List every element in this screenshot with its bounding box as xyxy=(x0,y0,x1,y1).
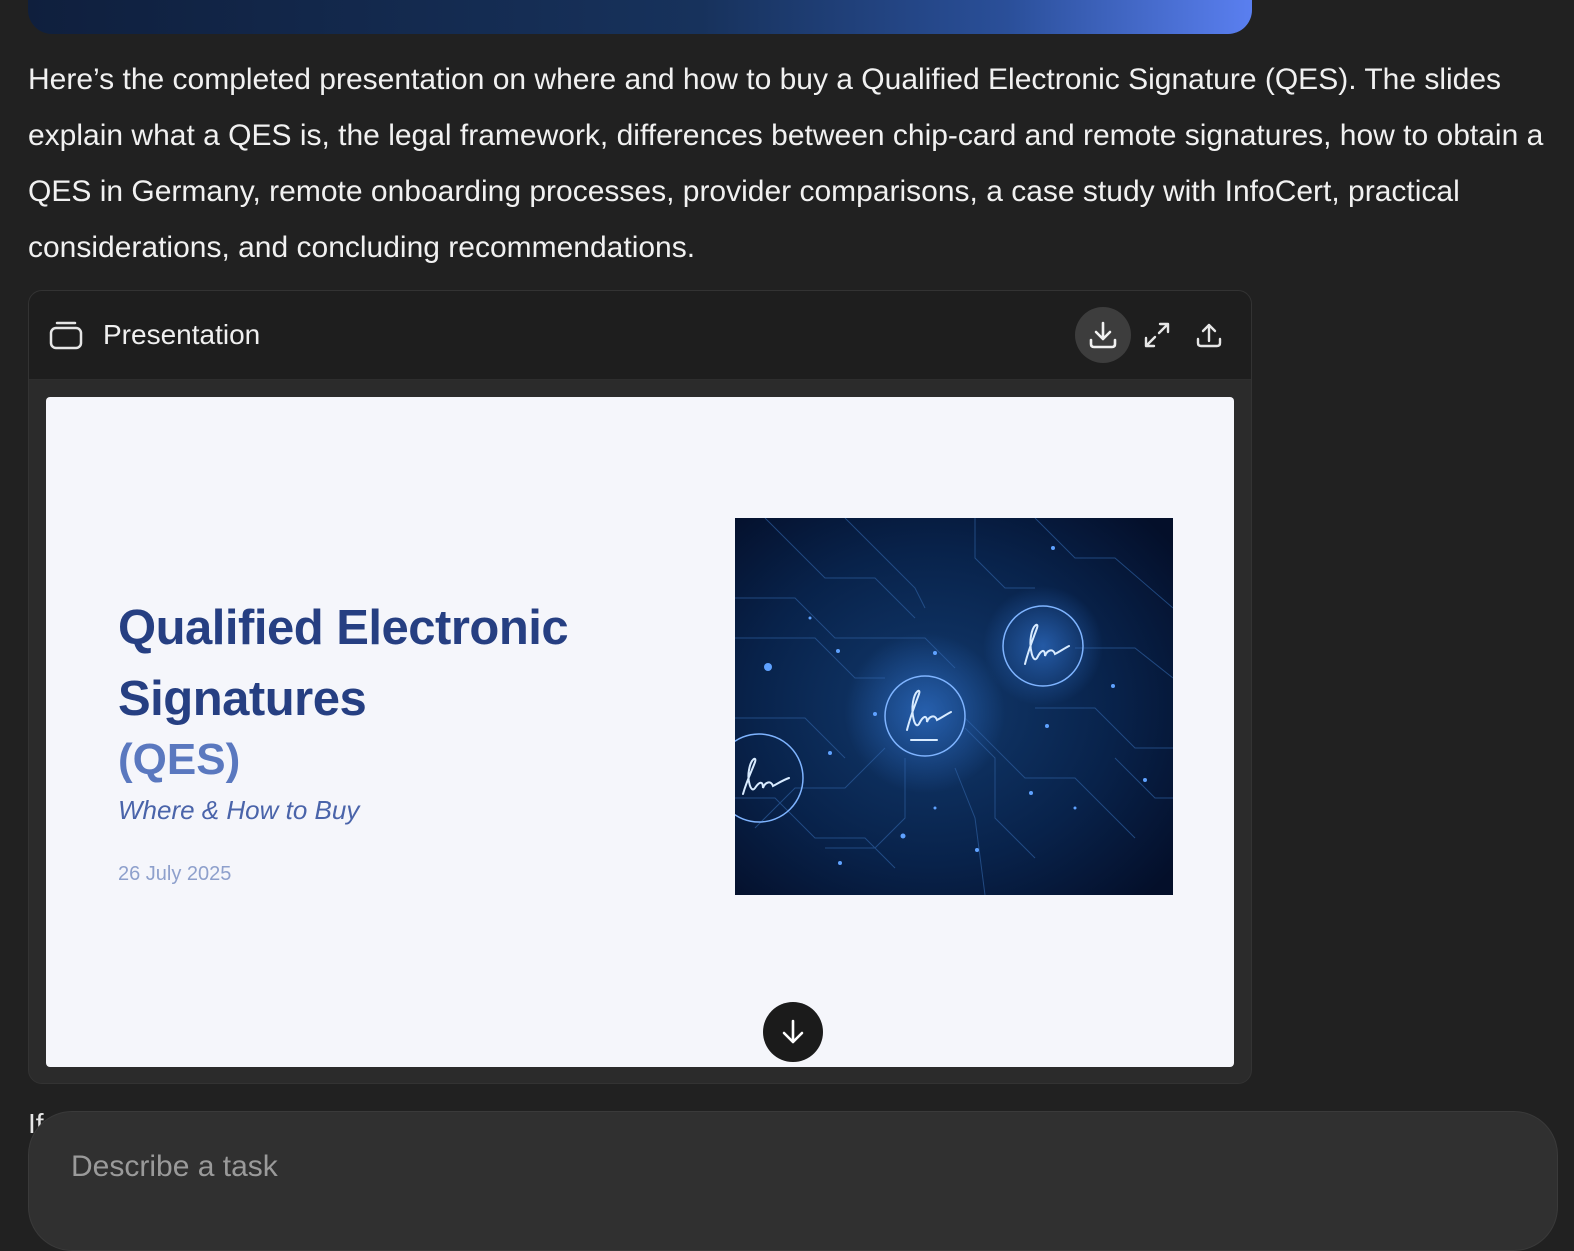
download-icon xyxy=(1089,321,1117,349)
slide-subtitle: Where & How to Buy xyxy=(118,795,360,825)
slide-date: 26 July 2025 xyxy=(118,863,232,885)
download-button[interactable] xyxy=(1075,307,1131,363)
presentation-card-header: Presentation xyxy=(29,291,1251,380)
previous-artifact-banner xyxy=(28,0,1252,34)
digital-signature-image xyxy=(735,518,1173,895)
assistant-message: Here’s the completed presentation on whe… xyxy=(28,63,1544,264)
slide-title: Qualified Electronic Signatures xyxy=(118,601,569,726)
share-button[interactable] xyxy=(1181,307,1237,363)
scroll-down-button[interactable] xyxy=(763,1002,823,1062)
presentation-icon xyxy=(49,321,83,350)
expand-button[interactable] xyxy=(1129,307,1185,363)
presentation-card: Presentation Qualified Electronic Signat… xyxy=(28,290,1252,1084)
presentation-label: Presentation xyxy=(103,319,261,350)
composer xyxy=(28,1111,1558,1251)
slide-preview[interactable]: Qualified Electronic Signatures (QES) Wh… xyxy=(46,397,1234,1067)
expand-icon xyxy=(1144,322,1170,348)
task-input[interactable] xyxy=(69,1142,1473,1192)
share-icon xyxy=(1196,323,1222,348)
arrow-down-icon xyxy=(782,1019,804,1044)
slide-abbreviation: (QES) xyxy=(118,735,241,784)
